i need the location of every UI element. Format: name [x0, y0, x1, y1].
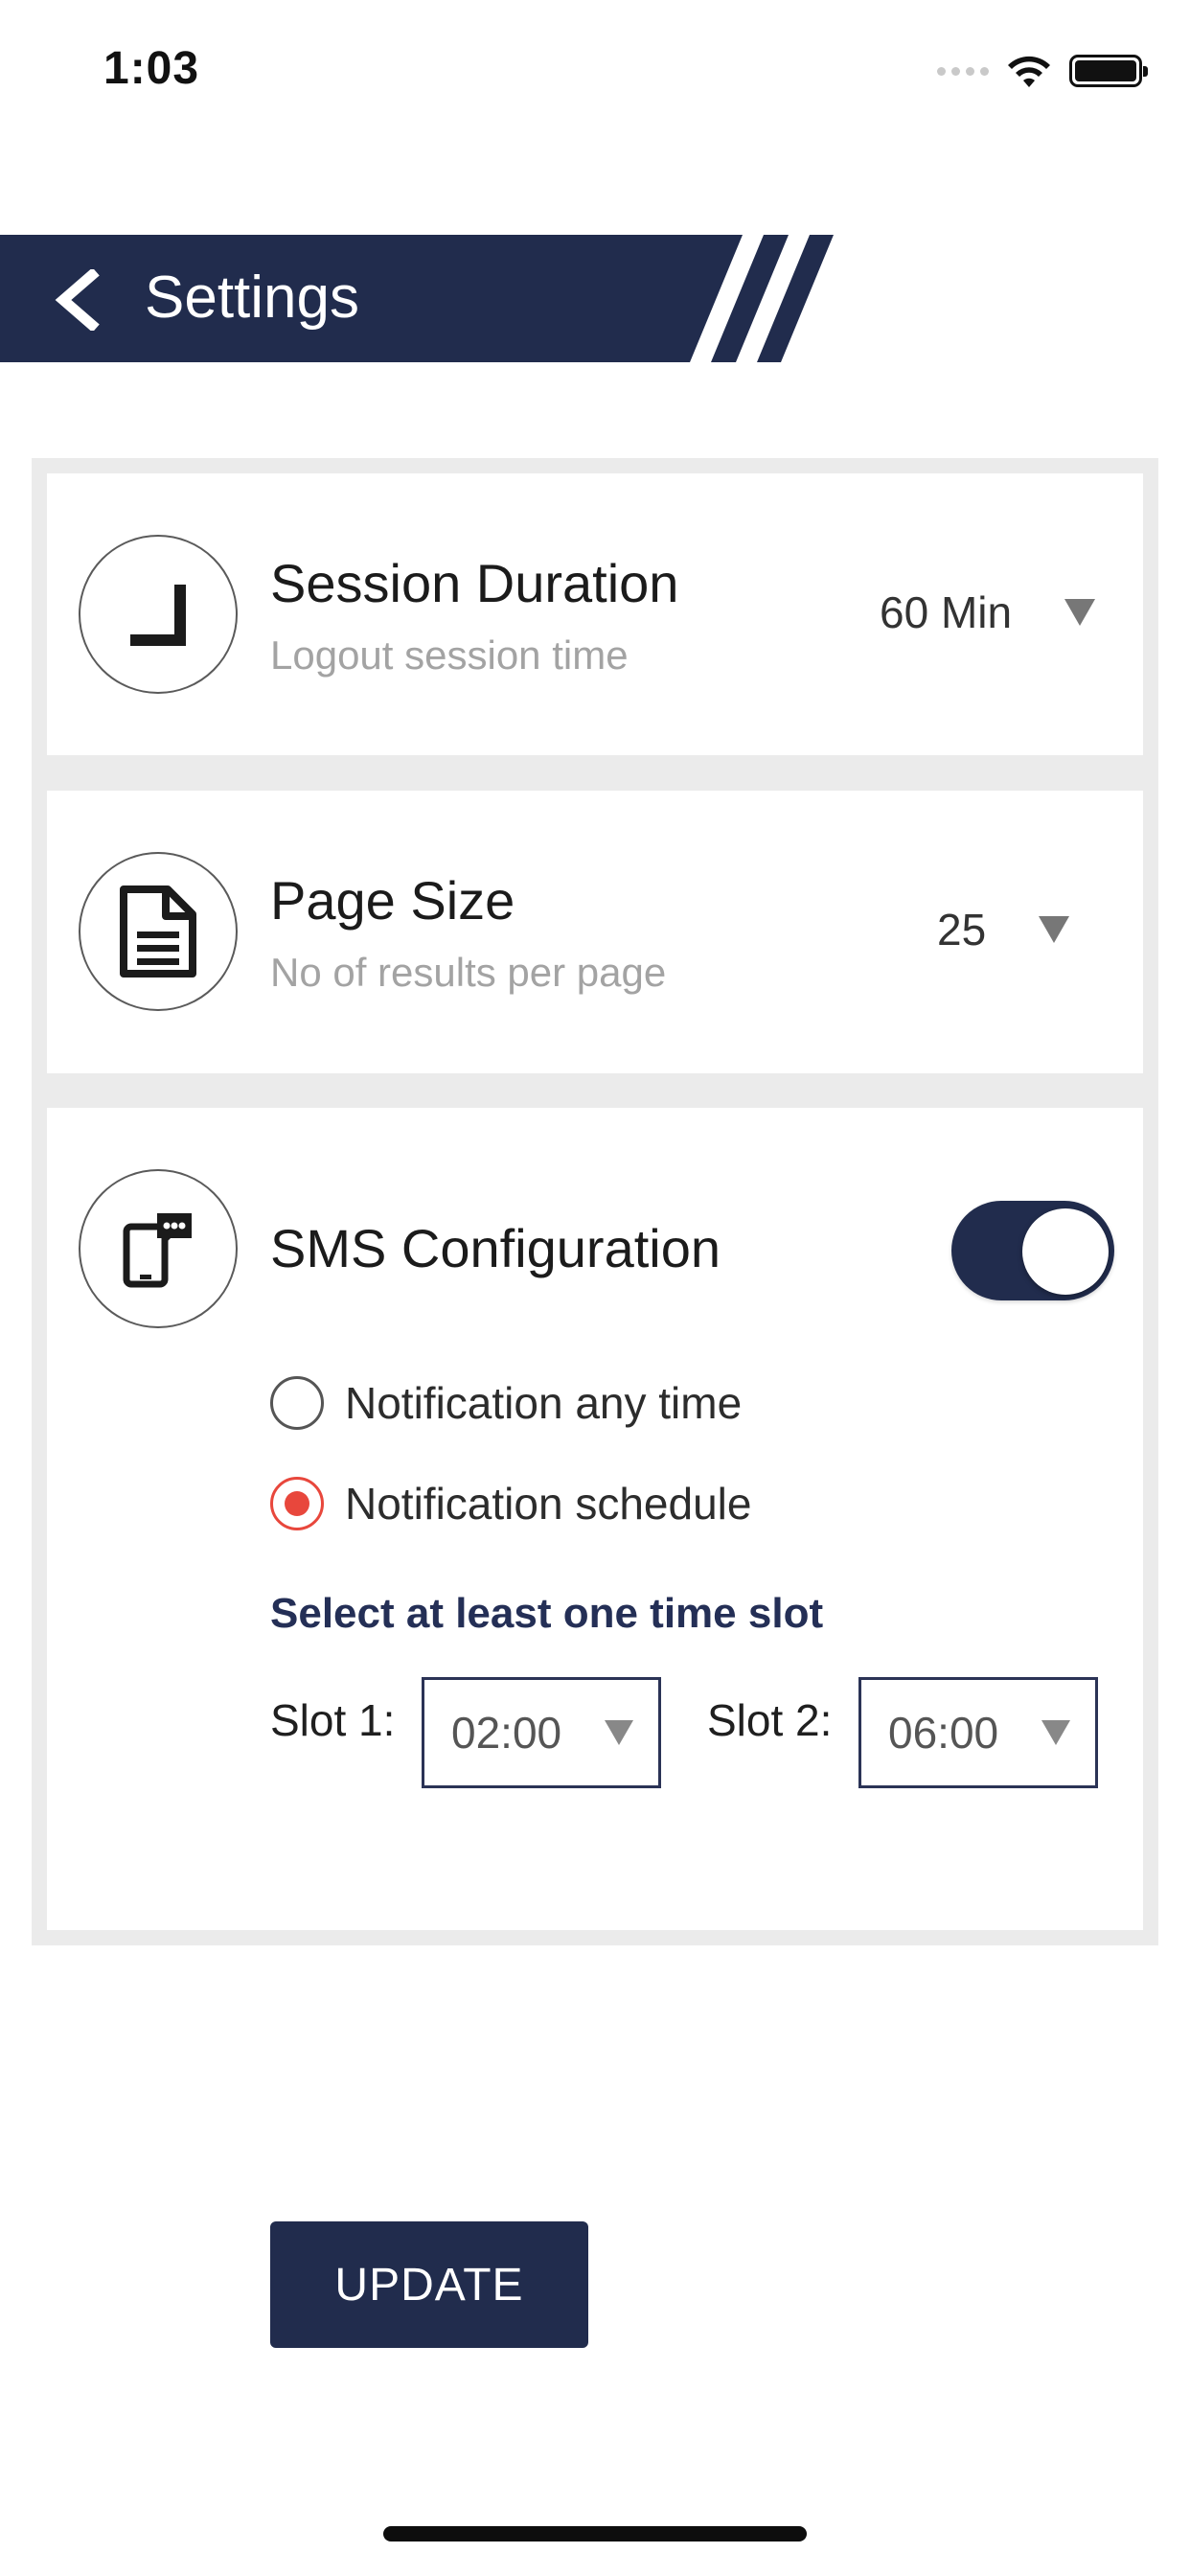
sms-toggle[interactable] — [951, 1201, 1114, 1300]
signal-icon — [937, 66, 989, 76]
settings-screen: 1:03 Settings Session Duration Logout se… — [0, 0, 1190, 2576]
radio-unchecked-icon — [270, 1376, 324, 1430]
slot-hint: Select at least one time slot — [270, 1590, 824, 1637]
page-size-title: Page Size — [270, 870, 515, 931]
slot-1-select[interactable]: 02:00 — [422, 1677, 661, 1788]
dropdown-caret-icon — [1039, 916, 1070, 943]
radio-checked-icon — [270, 1477, 324, 1530]
toggle-knob — [1022, 1208, 1109, 1295]
radio-label: Notification schedule — [345, 1479, 752, 1529]
session-duration-subtitle: Logout session time — [270, 632, 629, 678]
header-bar: Settings — [0, 235, 834, 362]
radio-notification-any-time[interactable]: Notification any time — [270, 1376, 742, 1430]
dropdown-caret-icon — [605, 1720, 633, 1745]
slot-1-value: 02:00 — [451, 1708, 562, 1758]
chevron-left-icon — [55, 269, 100, 331]
wifi-icon — [1006, 53, 1052, 89]
page-title: Settings — [145, 264, 360, 331]
session-duration-value: 60 Min — [880, 587, 1013, 637]
radio-label: Notification any time — [345, 1378, 743, 1428]
session-duration-card: Session Duration Logout session time 60 … — [47, 473, 1143, 755]
page-size-subtitle: No of results per page — [270, 950, 667, 995]
page-size-dropdown[interactable]: 25 — [937, 904, 1070, 955]
status-indicators — [937, 50, 1148, 92]
slot-2-label: Slot 2: — [707, 1695, 833, 1745]
session-duration-dropdown[interactable]: 60 Min — [880, 586, 1096, 638]
slot-2-value: 06:00 — [888, 1708, 999, 1758]
sms-configuration-card: SMS Configuration Notification any time … — [47, 1108, 1143, 2348]
dropdown-caret-icon — [1064, 599, 1096, 626]
slot-2-select[interactable]: 06:00 — [858, 1677, 1098, 1788]
settings-list: Session Duration Logout session time 60 … — [32, 458, 1158, 2348]
radio-notification-schedule[interactable]: Notification schedule — [270, 1477, 751, 1530]
status-time: 1:03 — [103, 43, 200, 94]
clock-icon — [79, 535, 238, 694]
battery-icon — [1069, 55, 1148, 87]
document-icon — [79, 852, 238, 1011]
sms-phone-icon — [79, 1169, 238, 1328]
slot-1-label: Slot 1: — [270, 1695, 396, 1745]
dropdown-caret-icon — [1041, 1720, 1070, 1745]
back-button[interactable] — [29, 252, 125, 348]
page-size-card: Page Size No of results per page 25 — [47, 791, 1143, 1073]
session-duration-title: Session Duration — [270, 553, 679, 613]
update-button[interactable]: UPDATE — [270, 2221, 588, 2348]
home-indicator[interactable] — [383, 2526, 807, 2542]
page-size-value: 25 — [937, 905, 987, 954]
sms-configuration-title: SMS Configuration — [270, 1218, 721, 1278]
